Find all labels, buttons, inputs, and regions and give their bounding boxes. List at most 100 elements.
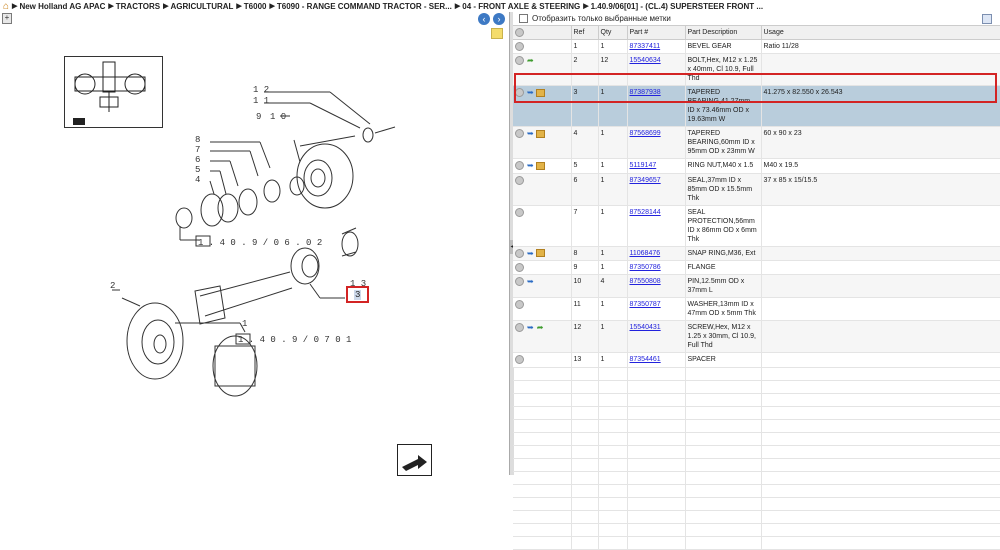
row-select-icon[interactable] bbox=[515, 323, 524, 333]
row-select-icon[interactable] bbox=[515, 248, 524, 258]
row-select-icon[interactable] bbox=[515, 277, 524, 287]
replacement-arrow-icon[interactable]: ➥ bbox=[527, 129, 534, 138]
row-select-icon[interactable] bbox=[515, 263, 524, 273]
package-icon[interactable] bbox=[535, 129, 545, 138]
part-number-link[interactable]: 87337411 bbox=[630, 43, 661, 50]
callout-11[interactable]: 1 1 bbox=[253, 96, 269, 106]
part-number-link[interactable]: 87354461 bbox=[630, 356, 661, 363]
cell-part-number[interactable]: 87354461 bbox=[627, 352, 686, 368]
table-row[interactable]: ➥ 3 1 87387938 TAPERED BEARING,41.27mm ID x … bbox=[513, 85, 1000, 128]
reference-link-a[interactable]: 1 . 4 0 . 9 / 0 6 . 0 2 bbox=[198, 238, 322, 248]
table-row[interactable]: 11 1 87350787 WASHER,13mm ID x 47mm OD x 5m… bbox=[513, 297, 1000, 322]
cell-part-description: SPACER bbox=[685, 352, 762, 368]
cell-part-number[interactable]: 87350787 bbox=[627, 297, 686, 322]
part-number-link[interactable]: 5119147 bbox=[630, 162, 657, 169]
home-icon[interactable]: ⌂ bbox=[3, 1, 9, 12]
table-row[interactable]: ➥ 8 1 11068476 SNAP RING,M36, Ext bbox=[513, 246, 1000, 262]
replacement-arrow-icon[interactable]: ➥ bbox=[527, 277, 534, 286]
cell-part-number[interactable]: 87349657 bbox=[627, 173, 686, 206]
row-select-icon[interactable] bbox=[515, 355, 524, 365]
callout-9[interactable]: 9 bbox=[256, 112, 261, 122]
part-number-link[interactable]: 87528144 bbox=[630, 209, 661, 216]
next-diagram-button[interactable]: › bbox=[493, 13, 505, 25]
replacement-arrow-icon[interactable]: ➥ bbox=[527, 88, 534, 97]
part-number-link[interactable]: 87350787 bbox=[630, 301, 661, 308]
breadcrumb-item[interactable]: TRACTORS bbox=[116, 2, 160, 11]
reference-link-b[interactable]: 1 . 4 0 . 9 / 0 7 0 1 bbox=[238, 335, 351, 345]
header-part-description[interactable]: Part Description bbox=[685, 26, 762, 40]
part-number-link[interactable]: 11068476 bbox=[630, 250, 661, 257]
breadcrumb-item[interactable]: AGRICULTURAL bbox=[170, 2, 233, 11]
row-select-icon[interactable] bbox=[515, 56, 524, 66]
part-number-link[interactable]: 87568699 bbox=[630, 130, 661, 137]
cell-part-number[interactable]: 15540431 bbox=[627, 320, 686, 354]
package-icon[interactable] bbox=[535, 249, 545, 258]
table-row[interactable]: 9 1 87350786 FLANGE bbox=[513, 260, 1000, 276]
row-select-icon[interactable] bbox=[515, 129, 524, 139]
part-number-link[interactable]: 87550808 bbox=[630, 278, 661, 285]
callout-12[interactable]: 1 2 bbox=[253, 85, 269, 95]
cell-part-number[interactable]: 87568699 bbox=[627, 126, 686, 160]
show-selected-only-checkbox[interactable] bbox=[519, 14, 528, 23]
part-number-link[interactable]: 87350786 bbox=[630, 264, 661, 271]
row-select-icon[interactable] bbox=[515, 161, 524, 171]
header-qty[interactable]: Qty bbox=[598, 26, 628, 40]
callout-2[interactable]: 2 bbox=[110, 281, 115, 291]
callout-8[interactable]: 8 bbox=[195, 135, 200, 145]
highlighted-callout-3[interactable]: 3 bbox=[346, 286, 369, 303]
replacement-arrow-icon[interactable]: ➥ bbox=[527, 323, 534, 332]
cell-part-number[interactable]: 87550808 bbox=[627, 274, 686, 299]
cell-part-number[interactable]: 5119147 bbox=[627, 158, 686, 174]
cell-part-number[interactable]: 87337411 bbox=[627, 39, 686, 55]
package-icon[interactable] bbox=[535, 88, 545, 97]
row-select-icon[interactable] bbox=[515, 42, 524, 51]
row-select-icon[interactable] bbox=[515, 300, 524, 310]
forward-arrow-icon[interactable]: ➦ bbox=[527, 56, 534, 65]
cell-part-number[interactable]: 87528144 bbox=[627, 205, 686, 247]
package-icon[interactable] bbox=[535, 161, 545, 170]
part-number-link[interactable]: 15540634 bbox=[630, 57, 661, 64]
breadcrumb-item[interactable]: 04 - FRONT AXLE & STEERING bbox=[462, 2, 580, 11]
callout-4[interactable]: 4 bbox=[195, 175, 200, 185]
table-row[interactable]: ➥ 4 1 87568699 TAPERED BEARING,60mm ID x 95m… bbox=[513, 126, 1000, 160]
callout-6[interactable]: 6 bbox=[195, 155, 200, 165]
table-row[interactable]: ➥ 5 1 5119147 RING NUT,M40 x 1.5 M40 x 19.5 bbox=[513, 158, 1000, 174]
header-usage[interactable]: Usage bbox=[761, 26, 1000, 40]
cell-part-number[interactable]: 87387938 bbox=[627, 85, 686, 128]
cell-part-number[interactable]: 11068476 bbox=[627, 246, 686, 262]
callout-1[interactable]: 1 bbox=[242, 319, 247, 329]
table-row[interactable]: ➦ 2 12 15540634 BOLT,Hex, M12 x 1.25 x 40mm,… bbox=[513, 53, 1000, 87]
replacement-arrow-icon[interactable]: ➥ bbox=[527, 161, 534, 170]
table-row[interactable]: 7 1 87528144 SEAL PROTECTION,56mm ID x 86mm… bbox=[513, 205, 1000, 247]
callout-5[interactable]: 5 bbox=[195, 165, 200, 175]
table-row[interactable]: 1 1 87337411 BEVEL GEAR Ratio 11/28 bbox=[513, 39, 1000, 55]
previous-diagram-button[interactable]: ‹ bbox=[478, 13, 490, 25]
callout-7[interactable]: 7 bbox=[195, 145, 200, 155]
part-number-link[interactable]: 87387938 bbox=[630, 89, 661, 96]
row-select-icon[interactable] bbox=[515, 175, 524, 185]
header-part-number[interactable]: Part # bbox=[627, 26, 686, 40]
row-icons bbox=[513, 205, 572, 247]
print-icon[interactable] bbox=[397, 444, 432, 476]
part-number-link[interactable]: 87349657 bbox=[630, 177, 661, 184]
breadcrumb-item[interactable]: 1.40.9/06[01] - (CL.4) SUPERSTEER FRONT … bbox=[591, 2, 763, 11]
breadcrumb-item[interactable]: New Holland AG APAC bbox=[19, 2, 105, 11]
callout-10[interactable]: 1 0 bbox=[270, 112, 286, 122]
breadcrumb-item[interactable]: T6000 bbox=[244, 2, 267, 11]
export-icon[interactable] bbox=[982, 13, 992, 24]
table-row[interactable]: 13 1 87354461 SPACER bbox=[513, 352, 1000, 368]
table-row[interactable]: 6 1 87349657 SEAL,37mm ID x 85mm OD x 15.5m… bbox=[513, 173, 1000, 206]
breadcrumb-item[interactable]: T6090 - RANGE COMMAND TRACTOR - SER... bbox=[277, 2, 452, 11]
replacement-arrow-icon[interactable]: ➥ bbox=[527, 249, 534, 258]
cell-part-number[interactable]: 15540634 bbox=[627, 53, 686, 87]
row-select-icon[interactable] bbox=[515, 207, 524, 217]
table-row[interactable]: ➥ 10 4 87550808 PIN,12.5mm OD x 37mm L bbox=[513, 274, 1000, 299]
expand-icon[interactable]: + bbox=[2, 13, 12, 24]
select-all-icon[interactable] bbox=[515, 28, 524, 37]
forward-arrow-icon[interactable]: ➦ bbox=[537, 323, 544, 332]
header-ref[interactable]: Ref bbox=[571, 26, 599, 40]
table-row[interactable]: ➥ ➦ 12 1 15540431 SCREW,Hex, M12 x 1.25 x 30m… bbox=[513, 320, 1000, 354]
row-select-icon[interactable] bbox=[515, 88, 524, 98]
cell-part-number[interactable]: 87350786 bbox=[627, 260, 686, 276]
part-number-link[interactable]: 15540431 bbox=[630, 324, 661, 331]
